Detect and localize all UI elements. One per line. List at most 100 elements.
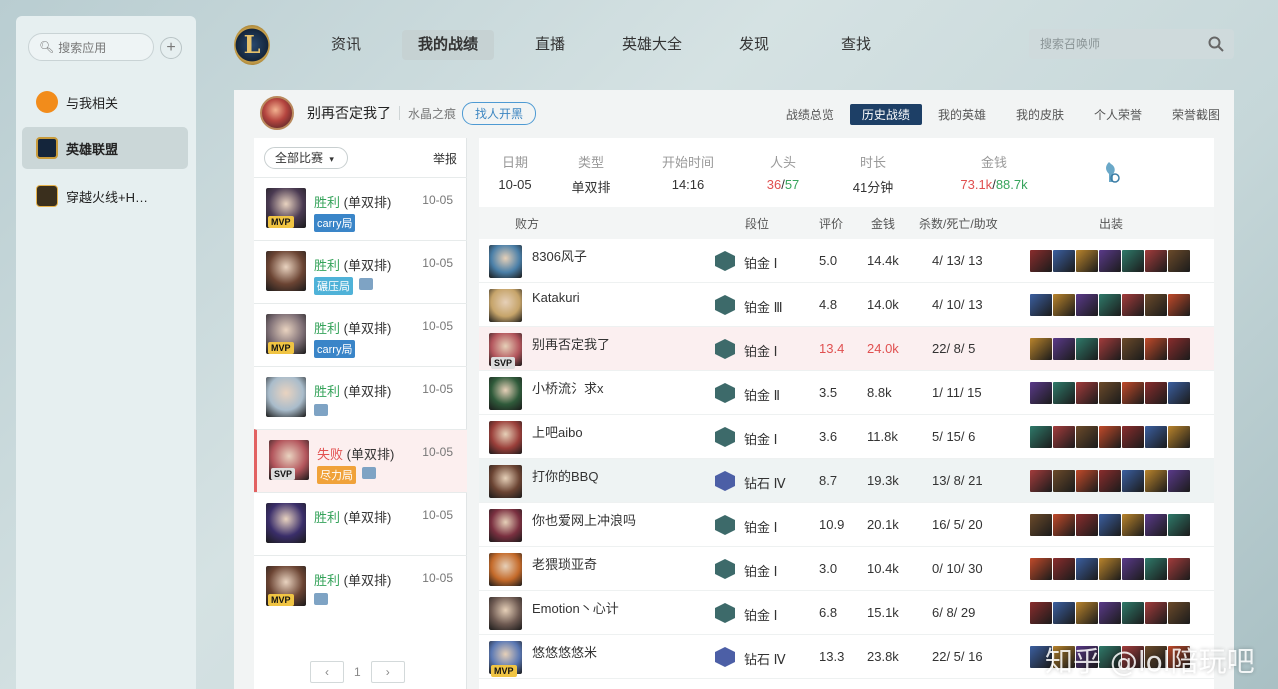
match-filter-select[interactable]: 全部比赛 ▾ [264,147,348,169]
item-icon[interactable] [1122,558,1144,580]
item-icon[interactable] [1145,602,1167,624]
item-icon[interactable] [1122,338,1144,360]
item-icon[interactable] [1076,470,1098,492]
image-icon[interactable] [314,404,328,416]
item-icon[interactable] [1099,294,1121,316]
item-icon[interactable] [1099,338,1121,360]
item-icon[interactable] [1053,514,1075,536]
tab-live[interactable]: 直播 [504,30,596,60]
item-icon[interactable] [1122,382,1144,404]
player-name[interactable]: 上吧aibo [532,422,583,441]
match-list-item[interactable]: SVP 失败 (单双排) 10-05 尽力局 [254,429,467,492]
item-icon[interactable] [1053,250,1075,272]
match-list-item[interactable]: MVP 胜利 (单双排) 10-05 carry局 [254,303,467,366]
item-icon[interactable] [1053,602,1075,624]
tab-discover[interactable]: 发现 [708,30,800,60]
table-row[interactable]: 老猥琐亚奇 铂金 Ⅰ 3.0 10.4k 0/ 10/ 30 [479,547,1214,591]
search-icon[interactable] [1208,36,1224,52]
table-row[interactable]: SVP 别再否定我了 铂金 Ⅰ 13.4 24.0k 22/ 8/ 5 [479,327,1214,371]
item-icon[interactable] [1168,338,1190,360]
item-icon[interactable] [1076,338,1098,360]
item-icon[interactable] [1099,558,1121,580]
item-icon[interactable] [1076,426,1098,448]
table-row[interactable]: 上吧aibo 铂金 Ⅰ 3.6 11.8k 5/ 15/ 6 [479,415,1214,459]
item-icon[interactable] [1168,426,1190,448]
player-name[interactable]: 别再否定我了 [532,334,610,353]
item-icon[interactable] [1053,294,1075,316]
player-name[interactable]: 老猥琐亚奇 [532,554,597,573]
item-icon[interactable] [1168,470,1190,492]
item-icon[interactable] [1030,602,1052,624]
item-icon[interactable] [1030,250,1052,272]
item-icon[interactable] [1053,338,1075,360]
app-search-input[interactable]: 🔍︎ 搜索应用 [28,33,154,61]
item-icon[interactable] [1168,382,1190,404]
item-icon[interactable] [1168,602,1190,624]
item-icon[interactable] [1030,558,1052,580]
find-team-button[interactable]: 找人开黑 [462,101,537,125]
item-icon[interactable] [1122,602,1144,624]
item-icon[interactable] [1030,382,1052,404]
match-list-item[interactable]: MVP 胜利 (单双排) 10-05 [254,555,467,618]
item-icon[interactable] [1053,382,1075,404]
player-name[interactable]: 8306风子 [532,246,587,265]
item-icon[interactable] [1076,250,1098,272]
add-app-button[interactable]: + [160,37,182,59]
item-icon[interactable] [1030,338,1052,360]
item-icon[interactable] [1030,470,1052,492]
item-icon[interactable] [1145,382,1167,404]
item-icon[interactable] [1145,514,1167,536]
table-row[interactable]: 小桥流氵求x 铂金 Ⅱ 3.5 8.8k 1/ 11/ 15 [479,371,1214,415]
avatar[interactable] [260,96,294,130]
item-icon[interactable] [1122,470,1144,492]
report-link[interactable]: 举报 [433,150,457,167]
tab-overview[interactable]: 战绩总览 [772,104,848,125]
item-icon[interactable] [1145,294,1167,316]
tab-my-skins[interactable]: 我的皮肤 [1002,104,1078,125]
objectives-icon[interactable] [1101,160,1121,184]
sidebar-item-cf[interactable]: 穿越火线+H… [22,175,188,217]
item-icon[interactable] [1145,250,1167,272]
table-row[interactable]: Katakuri 铂金 Ⅲ 4.8 14.0k 4/ 10/ 13 [479,283,1214,327]
item-icon[interactable] [1122,514,1144,536]
item-icon[interactable] [1030,514,1052,536]
item-icon[interactable] [1030,294,1052,316]
item-icon[interactable] [1053,426,1075,448]
item-icon[interactable] [1168,514,1190,536]
item-icon[interactable] [1053,558,1075,580]
item-icon[interactable] [1099,382,1121,404]
match-list-item[interactable]: 胜利 (单双排) 10-05 碾压局 [254,240,467,303]
next-page-button[interactable]: › [370,661,405,683]
match-list-item[interactable]: 胜利 (单双排) 10-05 [254,492,467,555]
item-icon[interactable] [1145,338,1167,360]
tab-my-record[interactable]: 我的战绩 [402,30,494,60]
tab-honors[interactable]: 个人荣誉 [1080,104,1156,125]
item-icon[interactable] [1168,294,1190,316]
item-icon[interactable] [1145,426,1167,448]
tab-history[interactable]: 历史战绩 [849,104,922,125]
sidebar-item-lol[interactable]: 英雄联盟 [22,127,188,169]
item-icon[interactable] [1122,250,1144,272]
image-icon[interactable] [359,278,373,290]
item-icon[interactable] [1145,470,1167,492]
player-name[interactable]: 小桥流氵求x [532,378,604,397]
tab-news[interactable]: 资讯 [300,30,392,60]
player-name[interactable]: 打你的BBQ [532,466,598,485]
item-icon[interactable] [1168,558,1190,580]
item-icon[interactable] [1122,426,1144,448]
lol-logo-icon[interactable]: L [234,25,270,65]
prev-page-button[interactable]: ‹ [310,661,344,683]
match-list-item[interactable]: MVP 胜利 (单双排) 10-05 carry局 [254,177,467,240]
table-row[interactable]: 8306风子 铂金 Ⅰ 5.0 14.4k 4/ 13/ 13 [479,239,1214,283]
tab-my-heroes[interactable]: 我的英雄 [924,104,1000,125]
tab-screenshots[interactable]: 荣誉截图 [1158,104,1234,125]
item-icon[interactable] [1145,558,1167,580]
item-icon[interactable] [1099,250,1121,272]
sidebar-item-related[interactable]: 与我相关 [22,81,188,123]
item-icon[interactable] [1099,602,1121,624]
tab-heroes[interactable]: 英雄大全 [606,30,698,60]
item-icon[interactable] [1076,558,1098,580]
item-icon[interactable] [1053,470,1075,492]
item-icon[interactable] [1122,294,1144,316]
image-icon[interactable] [314,593,328,605]
